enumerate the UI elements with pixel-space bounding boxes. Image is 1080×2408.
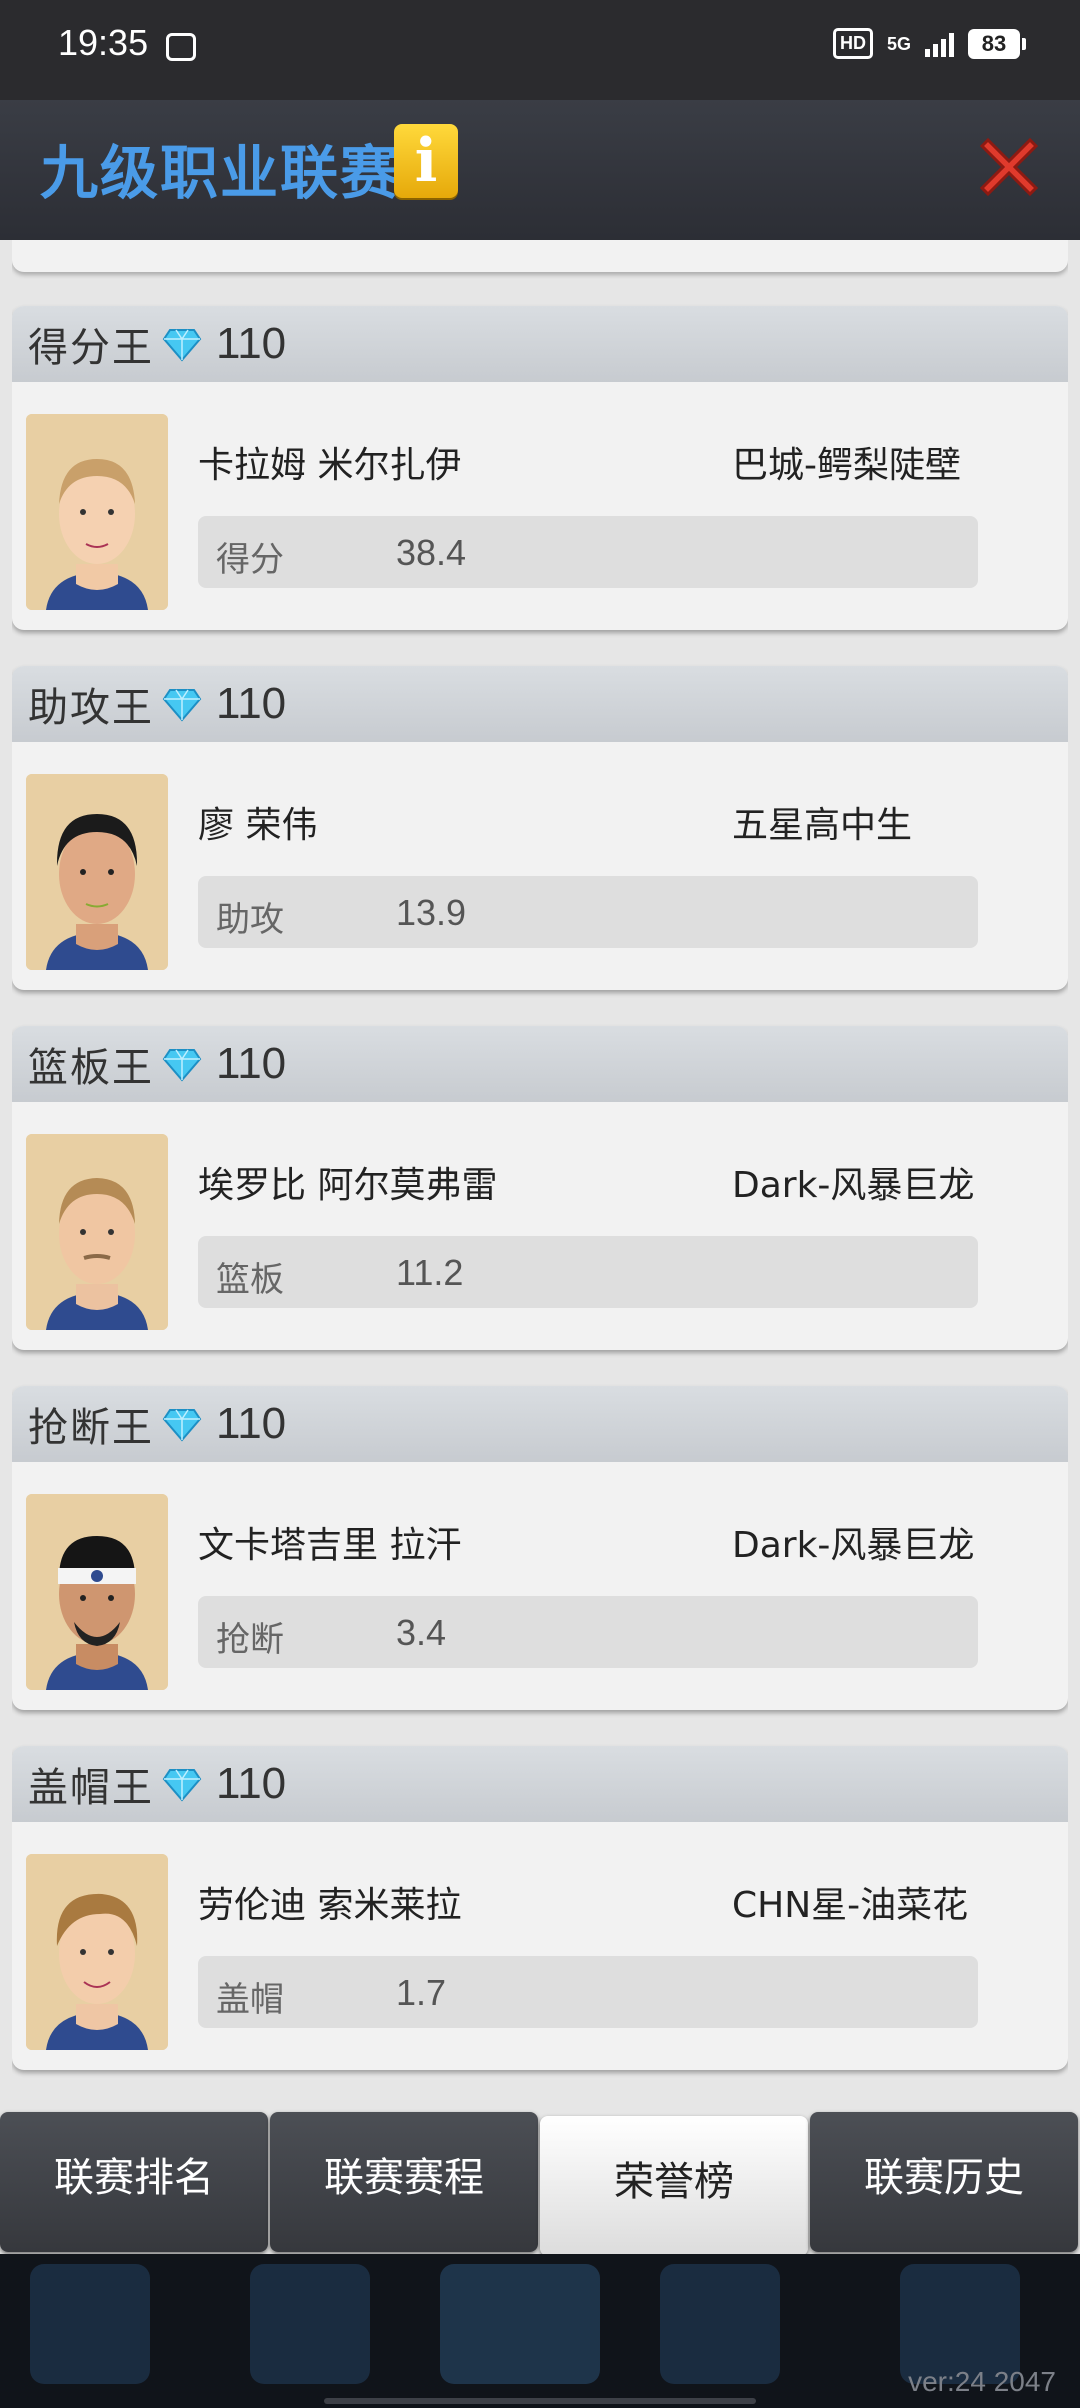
diamond-icon: [162, 1049, 202, 1082]
player-name[interactable]: 劳伦迪 索米莱拉: [198, 1876, 461, 1928]
battery-icon: 83: [968, 28, 1026, 59]
stat-value: 1.7: [396, 1972, 447, 2013]
dock-icon: [30, 2264, 150, 2384]
player-name[interactable]: 廖 荣伟: [198, 796, 317, 848]
award-reward: 110: [216, 1039, 287, 1088]
award-title: 助攻王: [28, 685, 154, 731]
stat-value: 11.2: [396, 1252, 464, 1293]
dock-icon: [250, 2264, 370, 2384]
background-dock: ver:24 2047: [0, 2254, 1080, 2408]
stat-label: 盖帽: [216, 1980, 284, 2020]
team-name[interactable]: Dark-风暴巨龙: [732, 1156, 974, 1208]
player-avatar[interactable]: [26, 774, 168, 970]
page-title: 九级职业联赛: [40, 139, 401, 207]
info-button[interactable]: i: [394, 124, 458, 198]
award-reward: 110: [216, 679, 287, 728]
home-indicator[interactable]: [324, 2398, 756, 2404]
award-title: 得分王: [28, 325, 154, 371]
award-card-rebounds: 篮板王 110 埃罗比 阿尔莫弗雷 Dark-风暴巨龙 篮板 11.2: [12, 1026, 1068, 1350]
award-reward: 110: [216, 319, 287, 368]
stat-row: 抢断 3.4: [198, 1596, 978, 1668]
award-title: 抢断王: [28, 1405, 154, 1451]
stat-row: 盖帽 1.7: [198, 1956, 978, 2028]
app-header: 九级职业联赛 i: [0, 100, 1080, 240]
stat-row: 得分 38.4: [198, 516, 978, 588]
team-name[interactable]: CHN星-油菜花: [732, 1876, 968, 1928]
notification-icon: [166, 33, 196, 61]
player-name[interactable]: 卡拉姆 米尔扎伊: [198, 436, 461, 488]
award-card-blocks: 盖帽王 110 劳伦迪 索米莱拉 CHN星-油菜花 盖帽 1.7: [12, 1746, 1068, 2070]
player-name[interactable]: 文卡塔吉里 拉汗: [198, 1516, 461, 1568]
tab-league-ranking[interactable]: 联赛排名: [0, 2112, 268, 2252]
award-header: 盖帽王 110: [12, 1746, 1068, 1822]
award-header: 助攻王 110: [12, 666, 1068, 742]
diamond-icon: [162, 1409, 202, 1442]
diamond-icon: [162, 329, 202, 362]
status-bar: 19:35 HD 5G 83: [0, 0, 1080, 100]
team-name[interactable]: 巴城-鳄梨陡壁: [732, 436, 961, 488]
tab-league-history[interactable]: 联赛历史: [810, 2112, 1078, 2252]
stat-row: 助攻 13.9: [198, 876, 978, 948]
clock: 19:35: [58, 22, 149, 63]
diamond-icon: [162, 1769, 202, 1802]
tab-league-schedule[interactable]: 联赛赛程: [270, 2112, 538, 2252]
award-card-scoring: 得分王 110 卡拉姆 米尔扎伊 巴城-鳄梨陡壁 得分 38.4: [12, 306, 1068, 630]
player-avatar[interactable]: [26, 414, 168, 610]
honor-list[interactable]: 得分王 110 卡拉姆 米尔扎伊 巴城-鳄梨陡壁 得分 38.4 助攻王 110…: [12, 240, 1068, 2110]
tab-bar: 联赛排名 联赛赛程 荣誉榜 联赛历史: [0, 2112, 1080, 2256]
stat-label: 篮板: [216, 1260, 284, 1300]
stat-label: 得分: [216, 540, 284, 580]
team-name[interactable]: Dark-风暴巨龙: [732, 1516, 974, 1568]
stat-label: 助攻: [216, 900, 284, 940]
diamond-icon: [162, 689, 202, 722]
stat-row: 篮板 11.2: [198, 1236, 978, 1308]
award-title: 盖帽王: [28, 1765, 154, 1811]
stat-value: 3.4: [396, 1612, 447, 1653]
tab-honor-roll[interactable]: 荣誉榜: [540, 2116, 808, 2256]
stat-value: 38.4: [396, 532, 467, 573]
dock-icon: [660, 2264, 780, 2384]
close-icon[interactable]: [974, 132, 1044, 202]
award-reward: 110: [216, 1399, 287, 1448]
dock-icon: [440, 2264, 600, 2384]
player-avatar[interactable]: [26, 1854, 168, 2050]
version-label: ver:24 2047: [908, 2366, 1056, 2397]
award-header: 篮板王 110: [12, 1026, 1068, 1102]
previous-card-edge: [12, 240, 1068, 272]
hd-icon: HD: [832, 28, 873, 59]
award-header: 得分王 110: [12, 306, 1068, 382]
team-name[interactable]: 五星高中生: [732, 796, 912, 848]
signal-icon: [925, 31, 954, 57]
stat-label: 抢断: [216, 1620, 284, 1660]
award-card-steals: 抢断王 110 文卡塔吉里 拉汗 Dark-风暴巨龙 抢断 3.4: [12, 1386, 1068, 1710]
player-avatar[interactable]: [26, 1494, 168, 1690]
award-header: 抢断王 110: [12, 1386, 1068, 1462]
player-avatar[interactable]: [26, 1134, 168, 1330]
award-card-assists: 助攻王 110 廖 荣伟 五星高中生 助攻 13.9: [12, 666, 1068, 990]
award-title: 篮板王: [28, 1045, 154, 1091]
stat-value: 13.9: [396, 892, 467, 933]
status-icons: HD 5G 83: [832, 28, 1026, 59]
award-reward: 110: [216, 1759, 287, 1808]
network-label: 5G: [886, 33, 911, 54]
player-name[interactable]: 埃罗比 阿尔莫弗雷: [198, 1156, 497, 1208]
